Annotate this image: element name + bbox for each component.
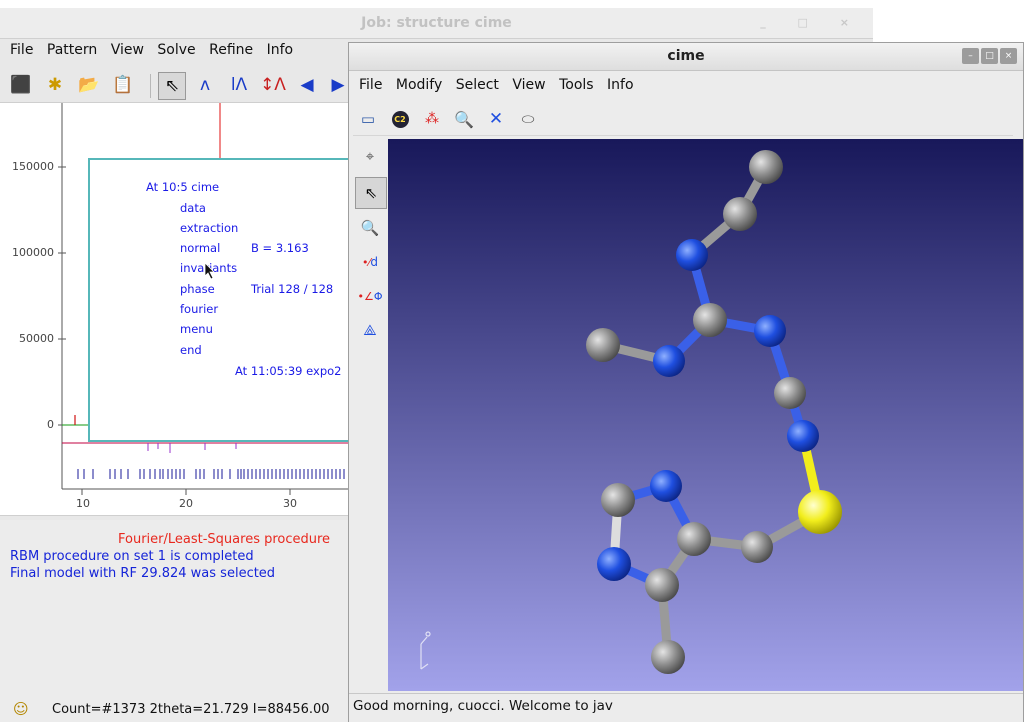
- message-heading: Fourier/Least-Squares procedure: [118, 532, 331, 547]
- cime-status-text: Good morning, cuocci. Welcome to jav: [353, 698, 613, 714]
- job-log-panel: At 10:5 cime data extraction normal B = …: [88, 158, 350, 442]
- torsion-icon[interactable]: ⟁: [355, 315, 385, 345]
- y-tick-label: 50000: [19, 332, 54, 345]
- distance-icon[interactable]: •⁄ d: [355, 247, 385, 277]
- expo-window-controls[interactable]: _ □ ×: [760, 16, 863, 29]
- c2-symmetry-icon[interactable]: C2: [387, 106, 413, 132]
- cime-menu-view[interactable]: View: [512, 77, 545, 93]
- log-line: extraction: [180, 221, 239, 235]
- pointer-icon[interactable]: ⇖: [158, 72, 186, 100]
- message-line: RBM procedure on set 1 is completed: [10, 549, 254, 564]
- expo-menubar: File Pattern View Solve Refine Info: [10, 42, 302, 68]
- log-line: phase: [180, 282, 215, 296]
- molecule-render: [388, 139, 1023, 691]
- log-line: fourier: [180, 302, 219, 316]
- pattern-plot[interactable]: 150000 100000 50000 0 10 20 30 At 10:5 c…: [0, 102, 350, 516]
- peak-add-icon[interactable]: ↕Λ: [260, 72, 286, 98]
- log-line: data: [180, 201, 206, 215]
- expo-menu-refine[interactable]: Refine: [209, 42, 253, 58]
- y-tick-label: 100000: [12, 246, 54, 259]
- arrow-right-icon[interactable]: ▶: [328, 72, 348, 98]
- status-readout: Count=#1373 2theta=21.729 I=88456.00: [52, 702, 330, 717]
- x-tick-label: 30: [283, 497, 297, 510]
- eraser-icon[interactable]: ⬭: [515, 106, 541, 132]
- expo-toolbar: ⬛ ✱ 📂 📋 ⇖ ᴧ ⅼΛ ↕Λ ◀ ▶: [4, 68, 348, 102]
- angle-icon[interactable]: •∠ Φ: [355, 281, 385, 311]
- message-line: Final model with RF 29.824 was selected: [10, 566, 276, 581]
- expo-menu-info[interactable]: Info: [267, 42, 294, 58]
- center-arrows-icon[interactable]: ✕: [483, 106, 509, 132]
- log-line: end: [180, 343, 202, 357]
- atoms-icon[interactable]: ⁂: [419, 106, 445, 132]
- log-value: B = 3.163: [251, 241, 309, 255]
- maximize-icon[interactable]: □: [981, 48, 998, 64]
- expo-menu-solve[interactable]: Solve: [157, 42, 195, 58]
- message-area: Fourier/Least-Squares procedure RBM proc…: [0, 520, 348, 698]
- pointer-icon[interactable]: ⇖: [355, 177, 387, 209]
- cime-titlebar[interactable]: cime – □ ×: [349, 43, 1023, 71]
- zoom-icon[interactable]: 🔍: [355, 213, 385, 243]
- expo-title: Job: structure cime: [361, 15, 512, 31]
- expo-menu-file[interactable]: File: [10, 42, 33, 58]
- x-tick-label: 20: [179, 497, 193, 510]
- expo-menu-view[interactable]: View: [111, 42, 144, 58]
- cime-window: cime – □ × File Modify Select View Tools…: [348, 42, 1024, 722]
- peak-search-icon[interactable]: ⅼΛ: [226, 72, 252, 98]
- y-tick-label: 0: [47, 418, 54, 431]
- cime-menu-info[interactable]: Info: [607, 77, 634, 93]
- smiley-icon: ☺: [13, 700, 29, 718]
- mouse-cursor-icon: [204, 262, 215, 280]
- log-line: normal: [180, 241, 221, 255]
- minimize-icon[interactable]: –: [962, 48, 979, 64]
- notes-icon[interactable]: 📋: [110, 72, 136, 98]
- toolbar-separator: [150, 74, 151, 98]
- log-value: Trial 128 / 128: [251, 282, 334, 296]
- arrow-left-icon[interactable]: ◀: [294, 72, 320, 98]
- x-tick-label: 10: [76, 497, 90, 510]
- expo-menu-pattern[interactable]: Pattern: [47, 42, 97, 58]
- new-file-icon[interactable]: ✱: [42, 72, 68, 98]
- log-line: At 10:5 cime: [146, 180, 220, 194]
- cime-statusbar: Good morning, cuocci. Welcome to jav: [349, 693, 1023, 720]
- magnifier-icon[interactable]: 🔍: [451, 106, 477, 132]
- expo-titlebar[interactable]: Job: structure cime _ □ ×: [0, 8, 873, 39]
- molecule-viewport[interactable]: [388, 139, 1023, 691]
- cime-menubar: File Modify Select View Tools Info: [359, 77, 643, 103]
- crosshair-icon[interactable]: ⌖: [355, 141, 385, 171]
- peak-zoom-icon[interactable]: ᴧ: [192, 72, 218, 98]
- log-line: menu: [180, 322, 213, 336]
- import-icon[interactable]: ⬛: [8, 72, 34, 98]
- close-icon[interactable]: ×: [1000, 48, 1017, 64]
- cime-title: cime: [667, 48, 705, 64]
- log-footer: At 11:05:39 expo2: [235, 364, 342, 378]
- cime-menu-file[interactable]: File: [359, 77, 382, 93]
- cime-menu-modify[interactable]: Modify: [396, 77, 442, 93]
- y-tick-label: 150000: [12, 160, 54, 173]
- box-icon[interactable]: ▭: [355, 106, 381, 132]
- open-folder-icon[interactable]: 📂: [76, 72, 102, 98]
- cime-toolbar: ▭ C2 ⁂ 🔍 ✕ ⬭: [353, 105, 1013, 136]
- cime-menu-select[interactable]: Select: [456, 77, 499, 93]
- cime-menu-tools[interactable]: Tools: [559, 77, 594, 93]
